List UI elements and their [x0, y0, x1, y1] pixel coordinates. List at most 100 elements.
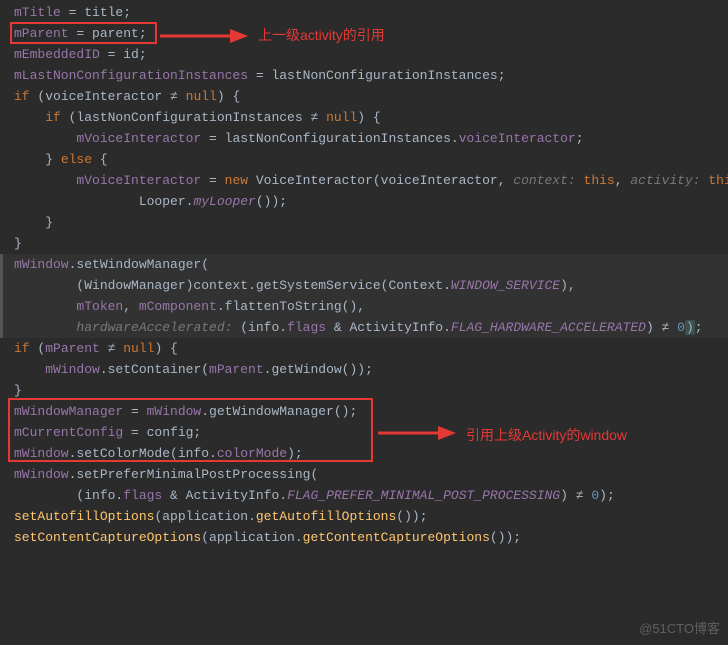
code-line: mToken, mComponent.flattenToString(),: [0, 296, 728, 317]
token: =: [201, 173, 224, 188]
token-field: flags: [287, 320, 326, 335]
code-line: mWindow.setWindowManager(: [0, 254, 728, 275]
code-line: }: [0, 380, 728, 401]
code-editor[interactable]: mTitle = title; mParent = parent; mEmbed…: [0, 0, 728, 548]
token-keyword: null: [123, 341, 154, 356]
code-line: if (lastNonConfigurationInstances ≠ null…: [0, 107, 728, 128]
token: = lastNonConfigurationInstances;: [248, 68, 505, 83]
token: ());: [490, 530, 521, 545]
token: VoiceInteractor(voiceInteractor,: [248, 173, 513, 188]
token-field: mVoiceInteractor: [14, 173, 201, 188]
token-const: WINDOW_SERVICE: [451, 278, 560, 293]
code-line: mWindow.setColorMode(info.colorMode);: [0, 443, 728, 464]
token: ) {: [357, 110, 380, 125]
code-line: hardwareAccelerated: (info.flags & Activ…: [0, 317, 728, 338]
token: =: [123, 404, 146, 419]
watermark: @51CTO博客: [639, 618, 720, 639]
token: & ActivityInfo.: [162, 488, 287, 503]
token-keyword: else: [61, 152, 92, 167]
token: .setColorMode(info.: [69, 446, 217, 461]
token-field: voiceInteractor: [459, 131, 576, 146]
token: );: [599, 488, 615, 503]
token: = config;: [123, 425, 201, 440]
token-field: mEmbeddedID: [14, 47, 100, 62]
code-line: mCurrentConfig = config;: [0, 422, 728, 443]
token-field: mWindow: [147, 404, 202, 419]
code-line: Looper.myLooper());: [0, 191, 728, 212]
token-field: mCurrentConfig: [14, 425, 123, 440]
token-field: colorMode: [217, 446, 287, 461]
code-line: mLastNonConfigurationInstances = lastNon…: [0, 65, 728, 86]
code-line: }: [0, 212, 728, 233]
token-field: mWindow: [14, 257, 69, 272]
token: ),: [560, 278, 576, 293]
token: .setWindowManager(: [69, 257, 209, 272]
token: [14, 320, 76, 335]
code-line: mTitle = title;: [0, 2, 728, 23]
token-field: mLastNonConfigurationInstances: [14, 68, 248, 83]
token: Looper.: [14, 194, 193, 209]
token: ,: [615, 173, 631, 188]
code-line: mWindow.setPreferMinimalPostProcessing(: [0, 464, 728, 485]
token-field: mWindow: [14, 446, 69, 461]
token-method: setContentCaptureOptions: [14, 530, 201, 545]
token-field: mTitle: [14, 5, 61, 20]
token: .flattenToString(),: [217, 299, 365, 314]
token-keyword: if: [14, 110, 61, 125]
code-line: setContentCaptureOptions(application.get…: [0, 527, 728, 548]
token-field: flags: [123, 488, 162, 503]
token: {: [92, 152, 108, 167]
token: (: [30, 341, 46, 356]
token: ) ≠: [560, 488, 591, 503]
token-const: FLAG_PREFER_MINIMAL_POST_PROCESSING: [287, 488, 560, 503]
param-hint: activity:: [630, 173, 700, 188]
token-number: 0: [591, 488, 599, 503]
token-field: mWindow: [14, 467, 69, 482]
code-line: setAutofillOptions(application.getAutofi…: [0, 506, 728, 527]
matched-paren: ): [685, 320, 695, 335]
token: }: [14, 215, 53, 230]
token-keyword: null: [326, 110, 357, 125]
token: ,: [123, 299, 139, 314]
token: = lastNonConfigurationInstances.: [201, 131, 458, 146]
token: (application.: [154, 509, 255, 524]
token-keyword: if: [14, 341, 30, 356]
token: (voiceInteractor ≠: [30, 89, 186, 104]
code-line: } else {: [0, 149, 728, 170]
token-keyword: this: [576, 173, 615, 188]
code-line: (WindowManager)context.getSystemService(…: [0, 275, 728, 296]
change-marker: [0, 317, 3, 338]
code-line: if (voiceInteractor ≠ null) {: [0, 86, 728, 107]
token-keyword: thi: [701, 173, 728, 188]
token: ) ≠: [646, 320, 677, 335]
token: }: [14, 383, 22, 398]
token: (lastNonConfigurationInstances ≠: [61, 110, 326, 125]
token: = title;: [61, 5, 131, 20]
token: ) {: [154, 341, 177, 356]
token-field: mWindow: [14, 362, 100, 377]
token: }: [14, 152, 61, 167]
code-line: mWindow.setContainer(mParent.getWindow()…: [0, 359, 728, 380]
token: (info.: [232, 320, 287, 335]
token: (WindowManager)context.getSystemService(…: [14, 278, 451, 293]
token: );: [287, 446, 303, 461]
code-line: mEmbeddedID = id;: [0, 44, 728, 65]
token: .setPreferMinimalPostProcessing(: [69, 467, 319, 482]
token: (info.: [14, 488, 123, 503]
token: = parent;: [69, 26, 147, 41]
token-field: mComponent: [139, 299, 217, 314]
token-method: setAutofillOptions: [14, 509, 154, 524]
code-line: mParent = parent;: [0, 23, 728, 44]
token: ());: [396, 509, 427, 524]
token-field: mToken: [14, 299, 123, 314]
token-static: myLooper: [193, 194, 255, 209]
param-hint: hardwareAccelerated:: [76, 320, 232, 335]
token-field: mWindowManager: [14, 404, 123, 419]
change-marker: [0, 296, 3, 317]
token-method: getContentCaptureOptions: [303, 530, 490, 545]
token: ;: [695, 320, 703, 335]
token-number: 0: [677, 320, 685, 335]
code-line: if (mParent ≠ null) {: [0, 338, 728, 359]
token-field: mVoiceInteractor: [14, 131, 201, 146]
token: & ActivityInfo.: [326, 320, 451, 335]
